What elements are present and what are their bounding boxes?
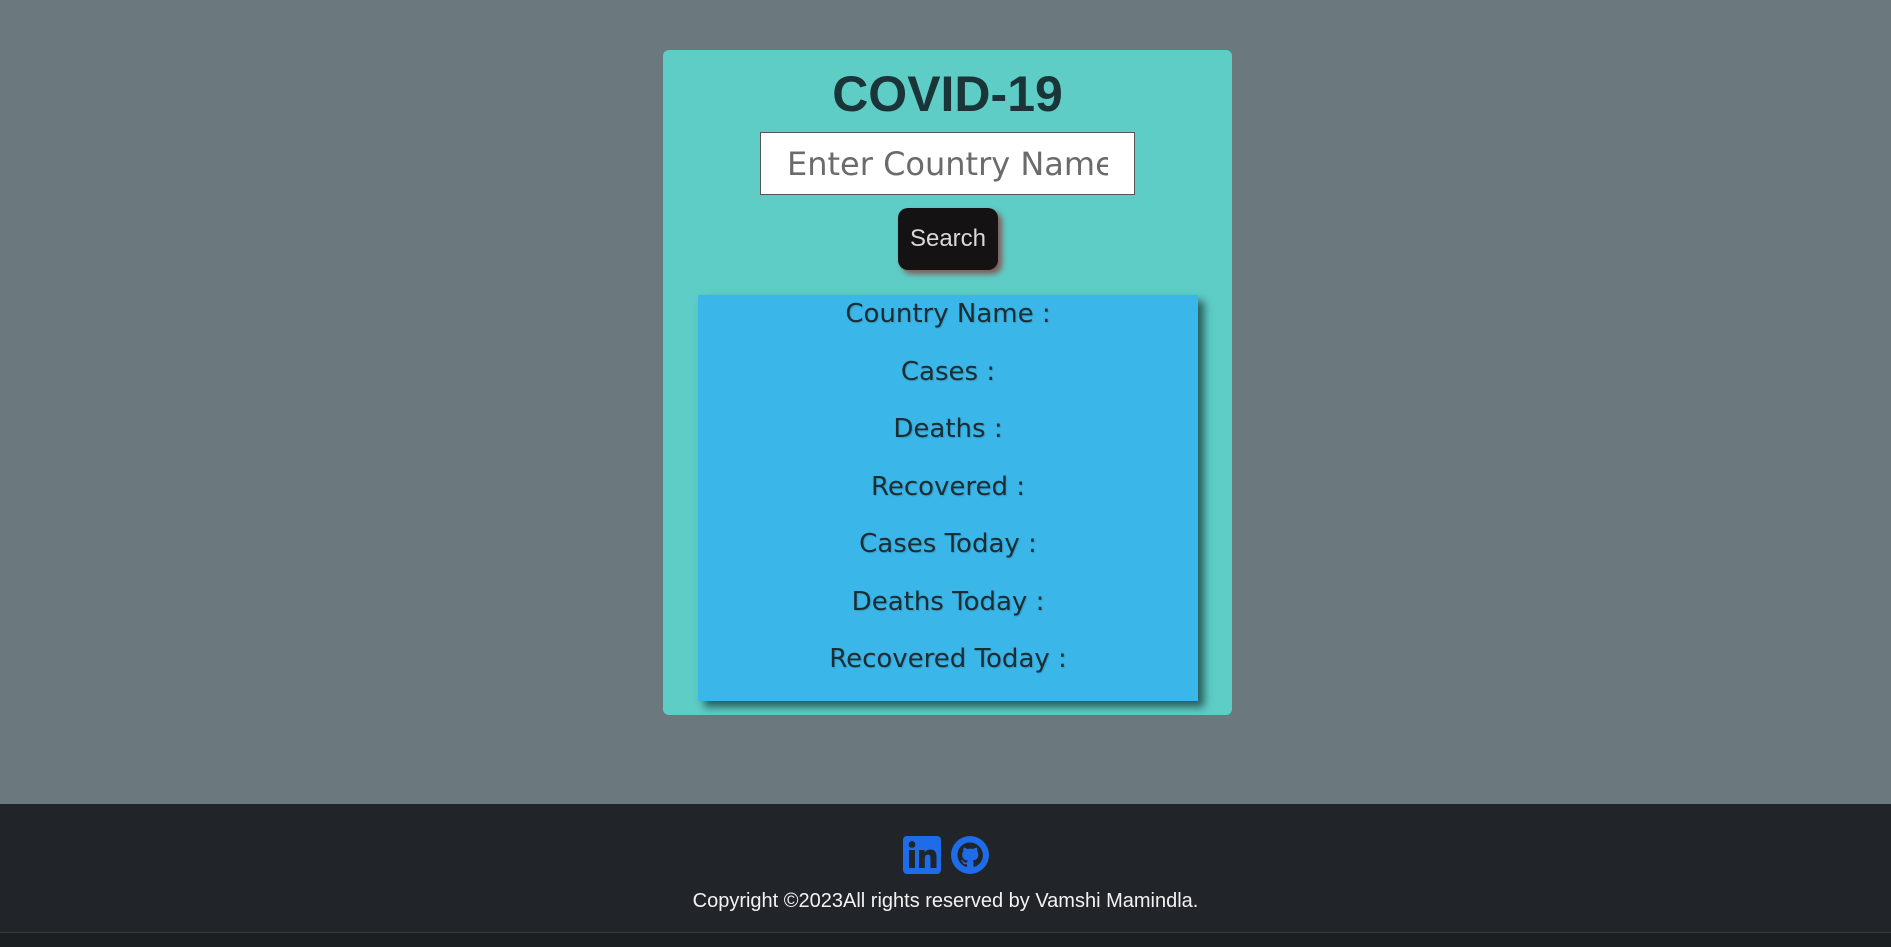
stat-label: Cases Today : [859, 529, 1037, 559]
stat-label: Recovered Today : [829, 644, 1067, 674]
page-title: COVID-19 [832, 66, 1063, 122]
stat-recovered: Recovered : [698, 470, 1198, 504]
stat-label: Recovered : [870, 472, 1026, 502]
search-button[interactable]: Search [898, 208, 998, 270]
stat-label: Cases : [900, 357, 996, 387]
stat-deaths: Deaths : [698, 412, 1198, 446]
social-links [0, 836, 1891, 874]
country-search-input[interactable] [760, 132, 1135, 195]
stat-deaths-today: Deaths Today : [698, 585, 1198, 619]
stat-label: Deaths Today : [851, 587, 1045, 617]
linkedin-icon [902, 836, 941, 874]
stat-cases: Cases : [698, 355, 1198, 389]
os-taskbar [0, 932, 1891, 947]
stat-label: Deaths : [893, 414, 1003, 444]
github-icon [950, 836, 989, 874]
stat-country-name: Country Name : [698, 297, 1198, 331]
stats-panel: Country Name : Cases : Deaths : Recovere… [698, 295, 1198, 701]
linkedin-link[interactable] [902, 836, 941, 874]
copyright-text: Copyright ©2023All rights reserved by Va… [692, 890, 1199, 912]
stat-label: Country Name : [845, 299, 1051, 329]
covid-card: COVID-19 Search Country Name : Cases : D… [663, 50, 1232, 715]
stat-recovered-today: Recovered Today : [698, 642, 1198, 676]
stat-cases-today: Cases Today : [698, 527, 1198, 561]
github-link[interactable] [950, 836, 989, 874]
footer: Copyright ©2023All rights reserved by Va… [0, 804, 1891, 932]
